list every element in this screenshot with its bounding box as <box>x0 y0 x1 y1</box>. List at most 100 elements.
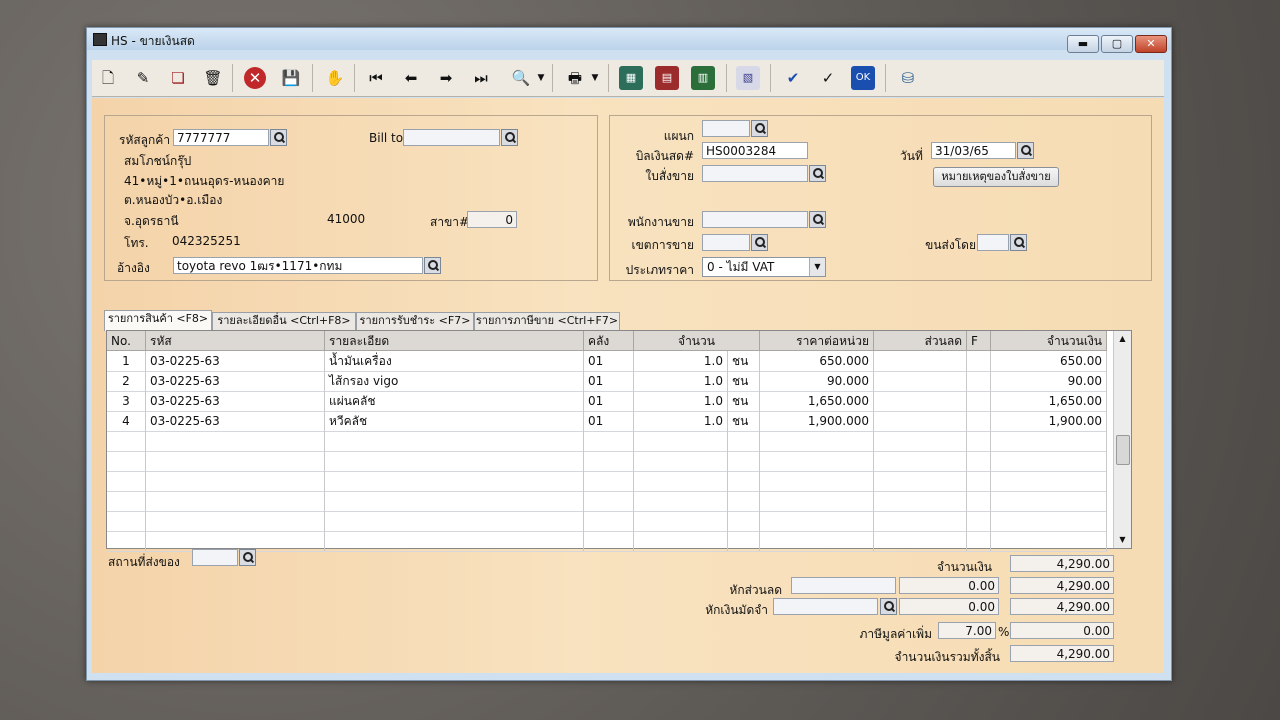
cell-code[interactable]: 03-0225-63 <box>146 351 325 371</box>
search-icon[interactable] <box>809 211 826 228</box>
ok-icon[interactable]: OK <box>851 66 875 90</box>
cell-quantity[interactable]: 1.0 <box>634 371 728 391</box>
cell-amount[interactable] <box>991 491 1107 511</box>
minimize-button[interactable]: ▬ <box>1067 35 1099 53</box>
cell-warehouse[interactable]: 01 <box>584 351 634 371</box>
table-row[interactable]: 3 03-0225-63 แผ่นคลัช 01 1.0 ชน 1,650.000 1,650… <box>107 391 1107 412</box>
cell-f[interactable] <box>967 531 991 551</box>
cell-f[interactable] <box>967 431 991 451</box>
table-row[interactable]: 1 03-0225-63 น้ำมันเครื่อง 01 1.0 ชน 650.000 65… <box>107 351 1107 372</box>
maximize-button[interactable]: ▢ <box>1101 35 1133 53</box>
empty-table-row[interactable] <box>107 471 1107 492</box>
deposit-text-input[interactable] <box>773 598 878 615</box>
cell-unit-price[interactable] <box>760 491 874 511</box>
scroll-up-icon[interactable]: ▲ <box>1114 331 1131 347</box>
tab-payments[interactable]: รายการรับชำระ <F7> <box>356 312 474 330</box>
cell-no[interactable] <box>107 451 146 471</box>
cell-unit-price[interactable]: 90.000 <box>760 371 874 391</box>
search-icon[interactable] <box>880 598 897 615</box>
department-input[interactable] <box>702 120 750 137</box>
cell-discount[interactable] <box>874 391 967 411</box>
cell-discount[interactable] <box>874 411 967 431</box>
cell-no[interactable]: 3 <box>107 391 146 411</box>
doc-list-icon[interactable]: ▤ <box>655 66 679 90</box>
cell-description[interactable] <box>325 491 584 511</box>
cell-quantity[interactable] <box>634 451 728 471</box>
cell-discount[interactable] <box>874 491 967 511</box>
cell-unit[interactable] <box>728 491 760 511</box>
cell-unit-price[interactable]: 1,900.000 <box>760 411 874 431</box>
cell-code[interactable] <box>146 431 325 451</box>
date-input[interactable]: 31/03/65 <box>931 142 1016 159</box>
cell-warehouse[interactable] <box>584 451 634 471</box>
cell-code[interactable] <box>146 471 325 491</box>
branch-input[interactable]: 0 <box>467 211 517 228</box>
cell-warehouse[interactable] <box>584 511 634 531</box>
cell-quantity[interactable] <box>634 531 728 551</box>
cell-no[interactable] <box>107 491 146 511</box>
tab-sales-tax[interactable]: รายการภาษีขาย <Ctrl+F7> <box>474 312 620 330</box>
cell-warehouse[interactable]: 01 <box>584 391 634 411</box>
cell-amount[interactable] <box>991 511 1107 531</box>
customer-code-input[interactable]: 7777777 <box>173 129 269 146</box>
billto-input[interactable] <box>403 129 500 146</box>
cell-no[interactable] <box>107 511 146 531</box>
prev-record-icon[interactable]: ⬅ <box>399 66 423 90</box>
next-record-icon[interactable]: ➡ <box>434 66 458 90</box>
cell-f[interactable] <box>967 451 991 471</box>
chart-icon[interactable]: ▥ <box>691 66 715 90</box>
cell-f[interactable] <box>967 471 991 491</box>
cell-description[interactable] <box>325 511 584 531</box>
cell-quantity[interactable] <box>634 511 728 531</box>
cell-discount[interactable] <box>874 451 967 471</box>
cell-amount[interactable] <box>991 471 1107 491</box>
reference-input[interactable]: toyota revo 1ฒร•1171•กทม <box>173 257 423 274</box>
edit-doc-icon[interactable]: ✎ <box>131 66 155 90</box>
handshake-icon[interactable]: ✋ <box>323 66 347 90</box>
cell-description[interactable]: น้ำมันเครื่อง <box>325 351 584 371</box>
cell-code[interactable] <box>146 531 325 551</box>
cell-unit[interactable]: ชน <box>728 391 760 411</box>
cell-amount[interactable]: 1,650.00 <box>991 391 1107 411</box>
cell-code[interactable] <box>146 451 325 471</box>
cell-no[interactable] <box>107 531 146 551</box>
cell-unit[interactable] <box>728 471 760 491</box>
cell-f[interactable] <box>967 391 991 411</box>
search-icon[interactable] <box>809 165 826 182</box>
cell-description[interactable] <box>325 471 584 491</box>
tab-items[interactable]: รายการสินค้า <F8> <box>104 310 212 331</box>
deposit-value[interactable]: 0.00 <box>899 598 999 615</box>
copy-doc-icon[interactable]: ❏ <box>166 66 190 90</box>
scroll-thumb[interactable] <box>1116 435 1130 465</box>
cell-description[interactable]: แผ่นคลัช <box>325 391 584 411</box>
cell-amount[interactable]: 650.00 <box>991 351 1107 371</box>
sales-area-input[interactable] <box>702 234 750 251</box>
cell-unit[interactable] <box>728 431 760 451</box>
cell-unit[interactable]: ชน <box>728 411 760 431</box>
cell-discount[interactable] <box>874 511 967 531</box>
chevron-down-icon[interactable]: ▼ <box>589 66 601 90</box>
cell-unit-price[interactable] <box>760 531 874 551</box>
cell-warehouse[interactable] <box>584 491 634 511</box>
cancel-icon[interactable]: ✕ <box>244 67 266 89</box>
cell-discount[interactable] <box>874 351 967 371</box>
cash-bill-input[interactable]: HS0003284 <box>702 142 808 159</box>
search-icon[interactable] <box>1017 142 1034 159</box>
sales-order-note-button[interactable]: หมายเหตุของใบสั่งขาย <box>933 167 1059 187</box>
search-doc-icon[interactable]: 🔍 <box>509 66 533 90</box>
check-icon[interactable]: ✓ <box>816 66 840 90</box>
empty-table-row[interactable] <box>107 431 1107 452</box>
cell-unit[interactable]: ชน <box>728 371 760 391</box>
empty-table-row[interactable] <box>107 511 1107 532</box>
cell-discount[interactable] <box>874 531 967 551</box>
cell-amount[interactable] <box>991 431 1107 451</box>
delete-icon[interactable]: 🗑 <box>201 66 225 90</box>
salesman-input[interactable] <box>702 211 808 228</box>
cell-unit-price[interactable] <box>760 471 874 491</box>
empty-table-row[interactable] <box>107 531 1107 552</box>
scroll-down-icon[interactable]: ▼ <box>1114 532 1131 548</box>
search-icon[interactable] <box>751 120 768 137</box>
search-icon[interactable] <box>424 257 441 274</box>
cell-amount[interactable]: 90.00 <box>991 371 1107 391</box>
cell-code[interactable]: 03-0225-63 <box>146 371 325 391</box>
